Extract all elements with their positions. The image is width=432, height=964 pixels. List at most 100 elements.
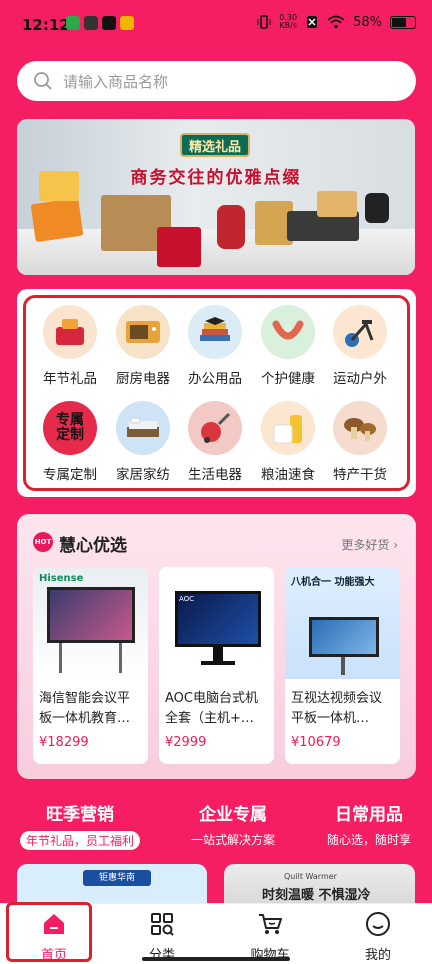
screen-graphic [309,617,379,657]
promo-daily[interactable]: 日常用品 随心选，随时享 [297,800,432,848]
category-label: 个护健康 [261,371,315,387]
sim-off-icon [307,16,318,28]
product-name: AOC电脑台式机全套（主机+… [165,691,258,726]
product-price: ¥18299 [39,735,89,750]
promo-card-title: 时刻温暖 不惧湿冷 [262,888,371,903]
product-card[interactable]: 八机合一 功能强大 互视达视频会议平板一体机… ¥10679 [285,567,400,764]
banner-badge: 精选礼品 [180,133,250,157]
category-label: 特产干货 [333,467,387,483]
featured-section: HOT 慧心优选 更多好货 › Hisense 海信智能会议平板一体机教育… ¥… [17,514,416,779]
notification-icons [66,16,134,30]
section-title: 慧心优选 [59,536,127,556]
product-price: ¥2999 [165,735,207,750]
brand-label: AOC [179,595,195,603]
vibrate-icon [257,15,271,29]
banner-kettle [365,193,389,223]
product-name: 互视达视频会议平板一体机… [291,691,383,726]
net-speed-unit: KB/s [279,21,297,30]
promo-title: 日常用品 [335,805,403,825]
gift-basket-icon [43,305,97,359]
category-grid: 年节礼品 厨房电器 办公用品 个护健康 运动户外 专属 定制 专属定制 家居家纺 … [17,289,416,497]
battery-percent: 58% [353,14,382,30]
highlight-outline [6,902,92,962]
category-item[interactable]: 特产干货 [324,401,396,483]
promo-subtitle: 随心选，随时享 [326,833,411,847]
banner-gift-box [39,171,79,201]
category-item[interactable]: 个护健康 [252,305,324,387]
category-item[interactable]: 年节礼品 [34,305,106,387]
mushroom-icon [333,401,387,455]
promo-peak-season[interactable]: 旺季营销 年节礼品，员工福利 [8,800,152,850]
status-time: 12:12 [22,16,70,34]
battery-icon [390,15,416,29]
promo-enterprise[interactable]: 企业专属 一站式解决方案 [161,800,305,848]
tab-cart[interactable]: 购物车 [216,904,324,964]
product-name: 海信智能会议平板一体机教育… [39,691,131,726]
wifi-icon [327,15,345,29]
product-card[interactable]: AOC AOC电脑台式机全套（主机+… ¥2999 [159,567,274,764]
more-goods-label: 更多好货 [341,538,390,552]
smile-icon [366,912,390,936]
monitor-base [201,661,235,665]
category-icon [151,913,174,936]
banner-gift-box [157,227,201,267]
status-bar: 12:12 0.30 KB/s 58% [0,0,432,50]
category-item[interactable]: 厨房电器 [107,305,179,387]
category-label: 运动户外 [333,371,387,387]
vacuum-icon [188,401,242,455]
category-label: 办公用品 [188,371,242,387]
product-image: AOC [159,567,274,679]
neck-massager-icon [261,305,315,359]
status-indicators: 0.30 KB/s 58% [257,14,416,30]
category-label: 年节礼品 [43,371,97,387]
app-notification-icon [120,16,134,30]
category-item[interactable]: 办公用品 [179,305,251,387]
more-goods-link[interactable]: 更多好货 › [341,536,398,553]
promo-subtitle: 年节礼品，员工福利 [19,831,140,850]
books-icon [188,305,242,359]
microwave-icon [116,305,170,359]
bed-icon [116,401,170,455]
category-item[interactable]: 粮油速食 [252,401,324,483]
banner-gift-box [30,197,84,243]
product-headline: 八机合一 功能强大 [291,577,375,588]
stand-graphic [59,643,62,673]
banner-tea-can [217,205,245,249]
monitor-stand [213,647,223,661]
gesture-bar [142,957,290,961]
custom-badge-text: 定制 [56,427,84,443]
category-item[interactable]: 运动户外 [324,305,396,387]
network-speed: 0.30 KB/s [279,14,297,30]
category-item[interactable]: 专属 定制 专属定制 [34,401,106,483]
promo-card-subtitle: Quilt Warmer [284,872,337,881]
promo-card-logo: 钜惠华南 [83,870,151,886]
promo-banner[interactable]: 精选礼品 商务交往的优雅点缀 [17,119,415,275]
category-label: 厨房电器 [116,371,170,387]
product-card[interactable]: Hisense 海信智能会议平板一体机教育… ¥18299 [33,567,148,764]
banner-gift-box [317,191,357,217]
stand-graphic [119,643,122,673]
search-placeholder: 请输入商品名称 [63,72,169,91]
product-image: Hisense [33,567,148,679]
exercise-bike-icon [333,305,387,359]
screen-graphic [47,587,135,643]
hot-badge-icon: HOT [33,532,53,552]
search-icon [34,72,52,90]
stand-graphic [341,657,345,675]
product-price: ¥10679 [291,735,341,750]
promo-title: 旺季营销 [46,805,114,825]
category-label: 家居家纺 [116,467,170,483]
promo-strip: 旺季营销 年节礼品，员工福利 企业专属 一站式解决方案 日常用品 随心选，随时享 [0,790,432,850]
app-notification-icon [84,16,98,30]
promo-title: 企业专属 [199,805,267,825]
custom-badge-icon: 专属 定制 [43,401,97,455]
tab-category[interactable]: 分类 [108,904,216,964]
category-item[interactable]: 生活电器 [179,401,251,483]
promo-subtitle: 一站式解决方案 [190,833,275,847]
search-bar[interactable]: 请输入商品名称 [17,61,416,101]
category-item[interactable]: 家居家纺 [107,401,179,483]
app-notification-icon [66,16,80,30]
tab-profile[interactable]: 我的 [324,904,432,964]
custom-badge-text: 专属 [56,412,84,428]
category-label: 专属定制 [43,467,97,483]
